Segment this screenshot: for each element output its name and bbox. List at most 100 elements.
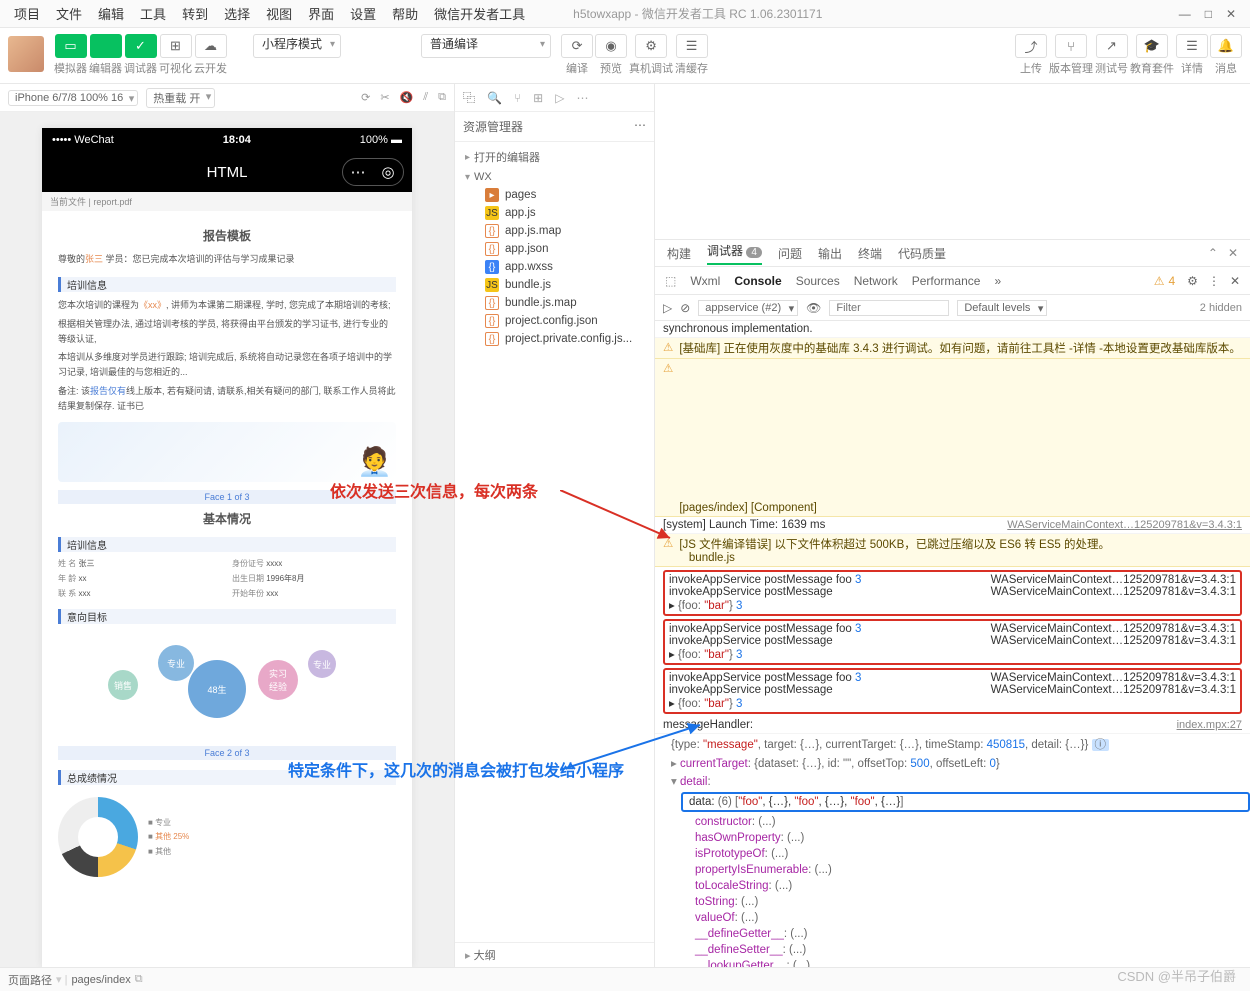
rotate-icon[interactable]: ⟳ bbox=[361, 91, 370, 104]
battery-label: 100% ▬ bbox=[360, 134, 402, 146]
detail-button[interactable]: ☰详情 bbox=[1176, 34, 1208, 76]
menu-item[interactable]: 帮助 bbox=[384, 4, 426, 23]
tree-item[interactable]: {}app.js.map bbox=[455, 222, 654, 240]
editor-button[interactable]: 编辑器 bbox=[89, 34, 122, 76]
eye-icon[interactable]: 👁 bbox=[806, 301, 821, 315]
msg-button[interactable]: 🔔消息 bbox=[1210, 34, 1242, 76]
tree-item[interactable]: JSbundle.js bbox=[455, 276, 654, 294]
tree-item[interactable]: {}project.private.config.js... bbox=[455, 330, 654, 348]
tab-quality[interactable]: 代码质量 bbox=[898, 245, 946, 262]
preview-button[interactable]: ◉预览 bbox=[595, 34, 627, 76]
version-button[interactable]: ⑂版本管理 bbox=[1049, 34, 1093, 76]
capsule-menu-icon[interactable]: ⋯ bbox=[343, 159, 373, 185]
play-icon[interactable]: ▷ bbox=[663, 301, 672, 315]
gear-icon[interactable]: ⚙ bbox=[1187, 274, 1198, 288]
menu-item[interactable]: 转到 bbox=[174, 4, 216, 23]
minimize-icon[interactable]: — bbox=[1179, 7, 1191, 21]
tab-wxml[interactable]: Wxml bbox=[690, 274, 720, 288]
compile-select[interactable]: 普通编译 bbox=[421, 34, 551, 58]
menu-item[interactable]: 界面 bbox=[300, 4, 342, 23]
clear-icon[interactable]: ⊘ bbox=[680, 301, 690, 315]
maximize-icon[interactable]: □ bbox=[1205, 7, 1212, 21]
tab-debugger[interactable]: 调试器 4 bbox=[707, 242, 762, 265]
search-icon[interactable]: 🔍 bbox=[487, 91, 502, 105]
console-row: [JS 文件编译错误] 以下文件体积超过 500KB，已跳过压缩以及 ES6 转… bbox=[655, 534, 1250, 567]
console-row: synchronous implementation. bbox=[655, 321, 1250, 338]
compile-button[interactable]: ⟳编译 bbox=[561, 34, 593, 76]
tab-issues[interactable]: 问题 bbox=[778, 245, 802, 262]
pager: Face 2 of 3 bbox=[58, 746, 396, 760]
footer: 页面路径 ▾ | pages/index ⧉ bbox=[0, 967, 1250, 991]
tab-build[interactable]: 构建 bbox=[667, 245, 691, 262]
branch-icon[interactable]: ⑂ bbox=[514, 91, 521, 105]
hot-reload[interactable]: 热重载 开 bbox=[146, 88, 215, 108]
menu-item[interactable]: 视图 bbox=[258, 4, 300, 23]
tree-item[interactable]: {}project.config.json bbox=[455, 312, 654, 330]
files-icon[interactable]: ⿻ bbox=[463, 89, 475, 106]
hidden-count[interactable]: 2 hidden bbox=[1200, 302, 1242, 314]
clear-cache-button[interactable]: ☰清缓存 bbox=[675, 34, 708, 76]
menu-item[interactable]: 项目 bbox=[6, 4, 48, 23]
tree-item[interactable]: {}app.json bbox=[455, 240, 654, 258]
console-group: invokeAppService postMessage foo 3WAServ… bbox=[663, 668, 1242, 714]
more-icon[interactable]: ⋯ bbox=[634, 118, 646, 135]
split-icon[interactable]: ⫽ bbox=[423, 91, 428, 104]
cloud-button[interactable]: ☁云开发 bbox=[194, 34, 227, 76]
more-icon[interactable]: ⋯ bbox=[576, 91, 588, 105]
upload-button[interactable]: ⤴上传 bbox=[1015, 34, 1047, 76]
tree-item[interactable]: {}app.wxss bbox=[455, 258, 654, 276]
visualize-button[interactable]: ⊞可视化 bbox=[159, 34, 192, 76]
menu-item[interactable]: 文件 bbox=[48, 4, 90, 23]
tab-output[interactable]: 输出 bbox=[818, 245, 842, 262]
menu-item[interactable]: 编辑 bbox=[90, 4, 132, 23]
device-select[interactable]: iPhone 6/7/8 100% 16 bbox=[8, 90, 138, 106]
explorer-title: 资源管理器 bbox=[463, 118, 523, 135]
kebab-icon[interactable]: ⋮ bbox=[1208, 274, 1220, 288]
tab-terminal[interactable]: 终端 bbox=[858, 245, 882, 262]
phone-preview: ••••• WeChat 18:04 100% ▬ HTML ⋯◎ 当前文件 |… bbox=[42, 128, 412, 967]
sound-icon[interactable]: 🔇 bbox=[400, 91, 414, 104]
tree-item[interactable]: JSapp.js bbox=[455, 204, 654, 222]
root-folder[interactable]: WX bbox=[455, 168, 654, 186]
menu-item[interactable]: 工具 bbox=[132, 4, 174, 23]
nav-title: HTML bbox=[207, 164, 248, 181]
capsule-close-icon[interactable]: ◎ bbox=[373, 159, 403, 185]
ext-icon[interactable]: ⊞ bbox=[533, 91, 543, 105]
inspect-icon[interactable]: ⬚ bbox=[665, 274, 676, 288]
tree-item[interactable]: {}bundle.js.map bbox=[455, 294, 654, 312]
console-row: [system] Launch Time: 1639 msWAServiceMa… bbox=[655, 517, 1250, 534]
edu-button[interactable]: 🎓教育套件 bbox=[1130, 34, 1174, 76]
copy-icon[interactable]: ⧉ bbox=[135, 973, 143, 986]
chevron-up-icon[interactable]: ⌃ bbox=[1208, 246, 1218, 260]
tab-sources[interactable]: Sources bbox=[796, 274, 840, 288]
tab-console[interactable]: Console bbox=[734, 274, 781, 288]
section-header: 培训信息 bbox=[58, 537, 396, 552]
close-icon[interactable]: ✕ bbox=[1230, 274, 1240, 288]
tab-performance[interactable]: Performance bbox=[912, 274, 981, 288]
real-debug-button[interactable]: ⚙真机调试 bbox=[629, 34, 673, 76]
menu-item[interactable]: 微信开发者工具 bbox=[426, 4, 533, 23]
time-label: 18:04 bbox=[114, 134, 360, 146]
close-icon[interactable]: ✕ bbox=[1228, 246, 1238, 260]
test-acct-button[interactable]: ↗测试号 bbox=[1095, 34, 1128, 76]
pop-icon[interactable]: ⧉ bbox=[438, 91, 446, 104]
levels-select[interactable]: Default levels bbox=[957, 300, 1047, 316]
mode-select[interactable]: 小程序模式 bbox=[253, 34, 341, 58]
tree-item[interactable]: ▸pages bbox=[455, 186, 654, 204]
filter-input[interactable] bbox=[829, 300, 949, 316]
console-row: [pages/index] [Component] : canvas 2d 接口… bbox=[655, 359, 1250, 517]
tab-network[interactable]: Network bbox=[854, 274, 898, 288]
menu-item[interactable]: 选择 bbox=[216, 4, 258, 23]
menu-item[interactable]: 设置 bbox=[342, 4, 384, 23]
outline-section[interactable]: 大纲 bbox=[455, 942, 654, 967]
debugger-button[interactable]: ✓调试器 bbox=[124, 34, 157, 76]
opened-editors[interactable]: 打开的编辑器 bbox=[455, 146, 654, 168]
debug-icon[interactable]: ▷ bbox=[555, 91, 564, 105]
avatar[interactable] bbox=[8, 36, 44, 72]
close-icon[interactable]: ✕ bbox=[1226, 7, 1236, 21]
more-tabs-icon[interactable]: » bbox=[994, 274, 1001, 288]
context-select[interactable]: appservice (#2) bbox=[698, 300, 798, 316]
cut-icon[interactable]: ✂ bbox=[380, 91, 389, 104]
simulator-button[interactable]: ▭模拟器 bbox=[54, 34, 87, 76]
simulator-pane: iPhone 6/7/8 100% 16 热重载 开 ⟳ ✂ 🔇 ⫽ ⧉ •••… bbox=[0, 84, 455, 967]
